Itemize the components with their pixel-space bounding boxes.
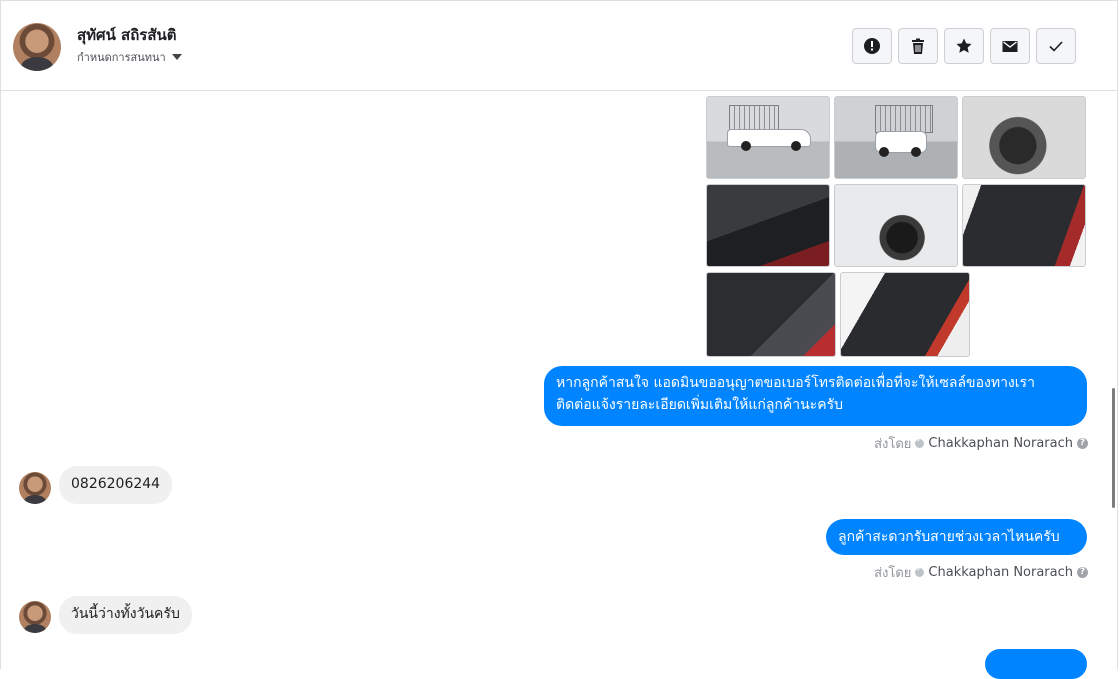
delete-button[interactable] — [898, 28, 938, 64]
conversation-header: สุทัศน์ สถิรสันติ กำหนดการสนทนา — [1, 1, 1117, 91]
message-text: วันนี้ว่างทั้งวันครับ — [71, 606, 180, 622]
mark-done-button[interactable] — [1036, 28, 1076, 64]
outgoing-message-partial[interactable] — [985, 649, 1087, 679]
photo-door[interactable] — [962, 184, 1086, 267]
help-icon[interactable]: ? — [1077, 438, 1088, 449]
assign-conversation-dropdown[interactable]: กำหนดการสนทนา — [77, 48, 182, 66]
message-text: ลูกค้าสะดวกรับสายช่วงเวลาไหนครับ — [838, 529, 1060, 545]
mark-unread-button[interactable] — [990, 28, 1030, 64]
star-button[interactable] — [944, 28, 984, 64]
verified-icon — [915, 436, 925, 448]
checkmark-icon — [1049, 41, 1063, 52]
sent-by-label: ส่งโดย — [874, 437, 912, 452]
star-icon — [956, 38, 972, 53]
sent-by-meta: ส่งโดย Chakkaphan Norarach ? — [874, 433, 1088, 454]
contact-name[interactable]: สุทัศน์ สถิรสันติ — [77, 23, 177, 47]
verified-icon — [915, 565, 925, 577]
trash-icon — [912, 38, 924, 54]
scrollbar-thumb[interactable] — [1112, 388, 1115, 508]
contact-avatar-small[interactable] — [19, 472, 51, 504]
contact-avatar[interactable] — [13, 23, 61, 71]
message-text-line-2: ติดต่อแจ้งรายละเอียดเพิ่มเติมให้แก่ลูกค้… — [556, 397, 843, 413]
outgoing-message[interactable]: ลูกค้าสะดวกรับสายช่วงเวลาไหนครับ — [826, 519, 1087, 555]
photo-truck-front[interactable] — [834, 96, 958, 179]
scrollbar[interactable] — [1111, 92, 1117, 669]
contact-avatar-small[interactable] — [19, 601, 51, 633]
incoming-message[interactable]: วันนี้ว่างทั้งวันครับ — [59, 596, 192, 634]
outgoing-message[interactable]: หากลูกค้าสนใจ แอดมินขออนุญาตขอเบอร์โทรติ… — [544, 366, 1087, 426]
assign-label: กำหนดการสนทนา — [77, 51, 166, 64]
sender-name[interactable]: Chakkaphan Norarach — [928, 565, 1073, 580]
toolbar — [852, 28, 1076, 64]
incoming-message[interactable]: 0826206244 — [59, 466, 173, 504]
message-text-line-1: หากลูกค้าสนใจ แอดมินขออนุญาตขอเบอร์โทรติ… — [556, 375, 1035, 391]
alert-icon — [864, 38, 880, 54]
sent-by-label: ส่งโดย — [874, 566, 912, 581]
photo-wheel[interactable] — [962, 96, 1086, 179]
photo-gear-seat[interactable] — [706, 272, 836, 357]
envelope-icon — [1002, 41, 1018, 52]
sent-by-meta: ส่งโดย Chakkaphan Norarach ? — [874, 562, 1088, 583]
sender-name[interactable]: Chakkaphan Norarach — [928, 436, 1073, 451]
photo-front-side[interactable] — [834, 184, 958, 267]
caret-down-icon — [171, 54, 182, 60]
message-text: 0826206244 — [71, 476, 161, 492]
photo-dashboard[interactable] — [706, 184, 830, 267]
photo-truck-side[interactable] — [706, 96, 830, 179]
mark-spam-button[interactable] — [852, 28, 892, 64]
photo-interior[interactable] — [840, 272, 970, 357]
help-icon[interactable]: ? — [1077, 567, 1088, 578]
